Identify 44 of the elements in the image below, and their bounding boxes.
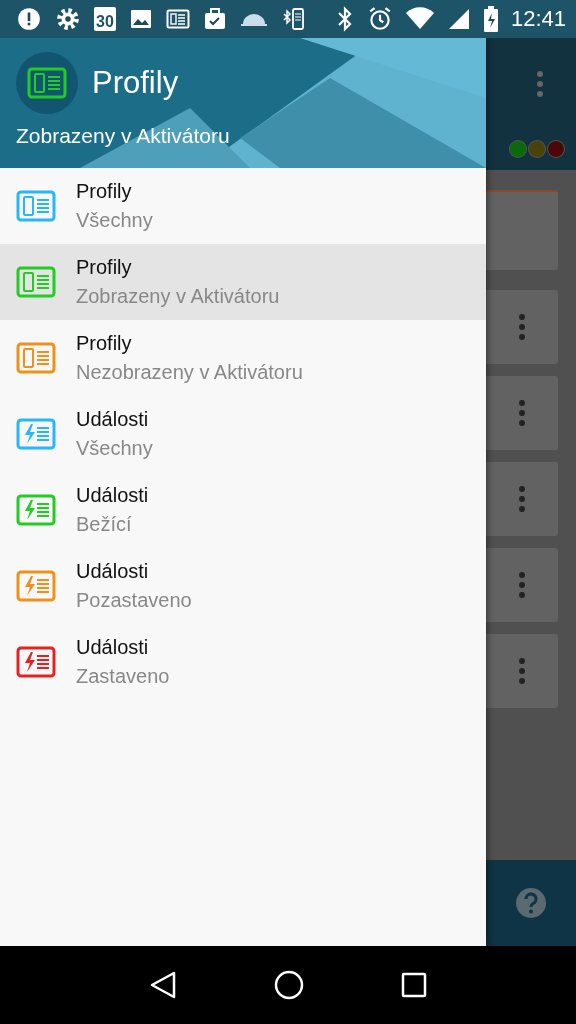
item-subtitle: Všechny: [76, 437, 153, 460]
item-title: Události: [76, 560, 150, 583]
profile-card-icon: [165, 8, 190, 30]
item-subtitle: Bežící: [76, 513, 133, 536]
drawer-item[interactable]: Profily Zobrazeny v Aktivátoru: [0, 244, 486, 320]
item-title: Profily: [76, 256, 133, 279]
bluetooth-phone-icon: [280, 6, 307, 32]
more-options-icon[interactable]: [518, 485, 526, 513]
help-icon[interactable]: [515, 887, 547, 919]
drawer-title: Profily: [92, 65, 179, 101]
drawer-subtitle: Zobrazeny v Aktivátoru: [16, 124, 230, 148]
item-title: Události: [76, 484, 149, 507]
item-title: Události: [76, 636, 150, 659]
calendar-icon: 30: [94, 7, 116, 31]
clock-time: 12:41: [510, 6, 566, 32]
back-icon[interactable]: [148, 970, 177, 1000]
drawer-item[interactable]: Profily Nezobrazeny v Aktivátoru: [0, 320, 486, 396]
profile-card-icon: [27, 67, 67, 99]
briefcase-check-icon: [202, 7, 227, 31]
item-subtitle: Zastaveno: [76, 665, 170, 688]
drawer-item[interactable]: Události Zastaveno: [0, 624, 486, 700]
drawer-item[interactable]: Události Bežící: [0, 472, 486, 548]
item-subtitle: Všechny: [76, 209, 153, 232]
more-options-icon[interactable]: [518, 399, 526, 427]
item-title: Profily: [76, 180, 133, 203]
drawer-item[interactable]: Události Všechny: [0, 396, 486, 472]
more-options-icon[interactable]: [518, 313, 526, 341]
more-options-icon[interactable]: [536, 70, 544, 98]
more-options-icon[interactable]: [518, 657, 526, 685]
drawer-item[interactable]: Profily Všechny: [0, 168, 486, 244]
settings-icon: [55, 6, 81, 32]
home-icon[interactable]: [274, 970, 304, 1000]
item-subtitle: Zobrazeny v Aktivátoru: [76, 285, 280, 308]
item-title: Profily: [76, 332, 133, 355]
alert-icon: [16, 6, 42, 32]
item-subtitle: Nezobrazeny v Aktivátoru: [76, 361, 303, 384]
more-options-icon[interactable]: [518, 571, 526, 599]
battery-charging-icon: [482, 5, 499, 33]
drawer-item[interactable]: Události Pozastaveno: [0, 548, 486, 624]
item-subtitle: Pozastaveno: [76, 589, 192, 612]
recents-icon[interactable]: [401, 972, 428, 998]
item-title: Události: [76, 408, 150, 431]
wifi-icon: [404, 7, 435, 31]
image-icon: [128, 7, 153, 31]
